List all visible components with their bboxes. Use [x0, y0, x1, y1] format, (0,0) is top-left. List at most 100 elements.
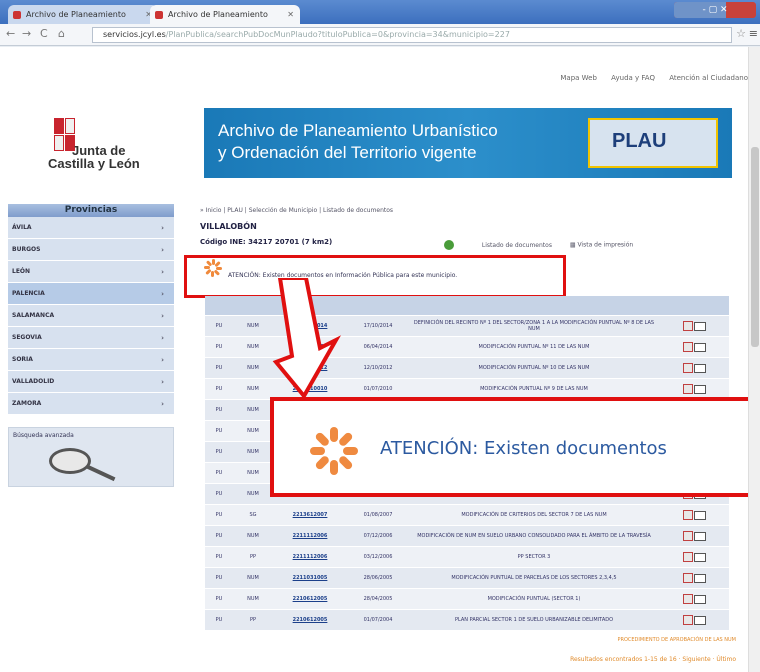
table-cell: PU [215, 407, 223, 413]
viewer-icon[interactable] [693, 531, 706, 541]
arrow-icon [272, 278, 342, 398]
table-cell: SG [249, 512, 257, 518]
link-ayuda[interactable]: Ayuda y FAQ [611, 74, 655, 82]
pdf-icon[interactable] [682, 552, 693, 562]
window-controls[interactable]: - ▢ ✕ [674, 2, 756, 18]
table-cell: PP [249, 617, 257, 623]
sidebar-item-palencia[interactable]: PALENCIA › [8, 283, 174, 305]
sidebar-item-label: LEÓN [12, 268, 31, 275]
warning-spinner-icon [310, 427, 358, 475]
table-row: PU NUM 2211031005 28/06/2005 MODIFICACIÓN PU… [205, 568, 729, 589]
table-cell: 28/04/2005 [363, 596, 393, 602]
viewer-icon[interactable] [693, 342, 706, 352]
pdf-icon[interactable] [682, 615, 693, 625]
document-code-link[interactable]: 2210612005 [273, 596, 347, 602]
zoomed-warning-callout: ATENCIÓN: Existen documentos [270, 397, 760, 497]
advanced-search-box[interactable]: Búsqueda avanzada [8, 427, 174, 487]
table-cell: PP [249, 554, 257, 560]
document-code-link[interactable]: 2211112006 [273, 554, 347, 560]
pagination[interactable]: Resultados encontrados 1-15 de 16 · Sigu… [570, 656, 736, 663]
link-mapa-web[interactable]: Mapa Web [560, 74, 597, 82]
table-cell: NUM [247, 428, 259, 434]
pdf-icon[interactable] [682, 594, 693, 604]
table-cell: PU [215, 344, 223, 350]
table-cell: 03/12/2006 [363, 554, 393, 560]
document-code-link[interactable]: 2211031005 [273, 575, 347, 581]
scrollbar-thumb[interactable] [751, 147, 759, 347]
link-atencion[interactable]: Atención al Ciudadano [669, 74, 748, 82]
globe-icon[interactable] [444, 240, 454, 250]
table-cell: PU [215, 449, 223, 455]
breadcrumb[interactable]: » Inicio | PLAU | Selección de Municipio… [200, 207, 393, 214]
chevron-right-icon: › [161, 290, 164, 298]
viewer-icon[interactable] [693, 510, 706, 520]
sidebar-item-segovia[interactable]: SEGOVIA › [8, 327, 174, 349]
codigo-ine: Código INE: 34217 20701 (7 km2) [200, 238, 333, 246]
table-cell: PU [215, 575, 223, 581]
row-actions [659, 363, 729, 373]
table-cell: PU [215, 596, 223, 602]
document-code-link[interactable]: 2213612007 [273, 512, 347, 518]
table-cell: 06/04/2014 [363, 344, 393, 350]
procedure-link[interactable]: PROCEDIMIENTO DE APROBACIÓN DE LAS NUM [617, 637, 736, 643]
viewer-icon[interactable] [693, 321, 706, 331]
pdf-icon[interactable] [682, 363, 693, 373]
viewer-icon[interactable] [693, 615, 706, 625]
sidebar-item-burgos[interactable]: BURGOS › [8, 239, 174, 261]
table-cell: MODIFICACIÓN DE NUM EN SUELO URBANO CONS… [417, 533, 651, 539]
magnifier-icon [49, 448, 91, 474]
pdf-icon[interactable] [682, 531, 693, 541]
back-icon[interactable]: ← [6, 27, 15, 40]
viewer-icon[interactable] [693, 594, 706, 604]
row-actions [659, 342, 729, 352]
table-cell: PU [215, 533, 223, 539]
url-input[interactable]: servicios.jcyl.es/PlanPublica/searchPubD… [92, 27, 732, 43]
pdf-icon[interactable] [682, 321, 693, 331]
viewer-icon[interactable] [693, 384, 706, 394]
pdf-icon[interactable] [682, 342, 693, 352]
table-cell: NUM [247, 407, 259, 413]
home-icon[interactable]: ⌂ [58, 27, 65, 40]
sidebar-item-label: SORIA [12, 356, 33, 363]
table-row: PU NUM 2211112006 07/12/2006 MODIFICACIÓN DE… [205, 526, 729, 547]
sidebar-item-label: VALLADOLID [12, 378, 55, 385]
logo[interactable]: Junta de Castilla y León [48, 118, 168, 171]
pdf-icon[interactable] [682, 510, 693, 520]
reload-icon[interactable]: C [40, 27, 48, 40]
table-cell: NUM [247, 575, 259, 581]
logo-line2: Castilla y León [48, 156, 140, 171]
sidebar-item-soria[interactable]: SORIA › [8, 349, 174, 371]
close-icon[interactable]: ✕ [287, 5, 294, 24]
print-view-link[interactable]: Vista de impresión [577, 242, 633, 249]
browser-tab-1[interactable]: Archivo de Planeamiento ✕ [8, 5, 158, 24]
document-code-link[interactable]: 2210612005 [273, 617, 347, 623]
viewer-icon[interactable] [693, 363, 706, 373]
sidebar-item-valladolid[interactable]: VALLADOLID › [8, 371, 174, 393]
sidebar-item-avila[interactable]: ÁVILA › [8, 217, 174, 239]
bookmark-star-icon[interactable]: ☆ [736, 27, 746, 40]
browser-tab-2[interactable]: Archivo de Planeamiento ✕ [150, 5, 300, 24]
favicon-icon [13, 11, 21, 19]
address-bar: ← → C ⌂ servicios.jcyl.es/PlanPublica/se… [0, 24, 760, 46]
viewer-icon[interactable] [693, 573, 706, 583]
row-actions [659, 573, 729, 583]
chevron-right-icon: › [161, 312, 164, 320]
viewer-icon[interactable] [693, 552, 706, 562]
table-cell: 01/07/2010 [363, 386, 393, 392]
table-cell: 17/10/2014 [363, 323, 393, 329]
document-list-link[interactable]: Listado de documentos [482, 242, 552, 249]
scrollbar[interactable] [748, 47, 760, 672]
table-cell: NUM [247, 491, 259, 497]
row-actions [659, 552, 729, 562]
pdf-icon[interactable] [682, 573, 693, 583]
pdf-icon[interactable] [682, 384, 693, 394]
menu-icon[interactable]: ≡ [749, 27, 758, 40]
sidebar-item-leon[interactable]: LEÓN › [8, 261, 174, 283]
forward-icon[interactable]: → [22, 27, 31, 40]
document-code-link[interactable]: 2211112006 [273, 533, 347, 539]
sidebar-item-zamora[interactable]: ZAMORA › [8, 393, 174, 415]
row-actions [659, 384, 729, 394]
window-controls-label: - ▢ ✕ [702, 5, 728, 15]
sidebar-item-salamanca[interactable]: SALAMANCA › [8, 305, 174, 327]
table-cell: 07/12/2006 [363, 533, 393, 539]
